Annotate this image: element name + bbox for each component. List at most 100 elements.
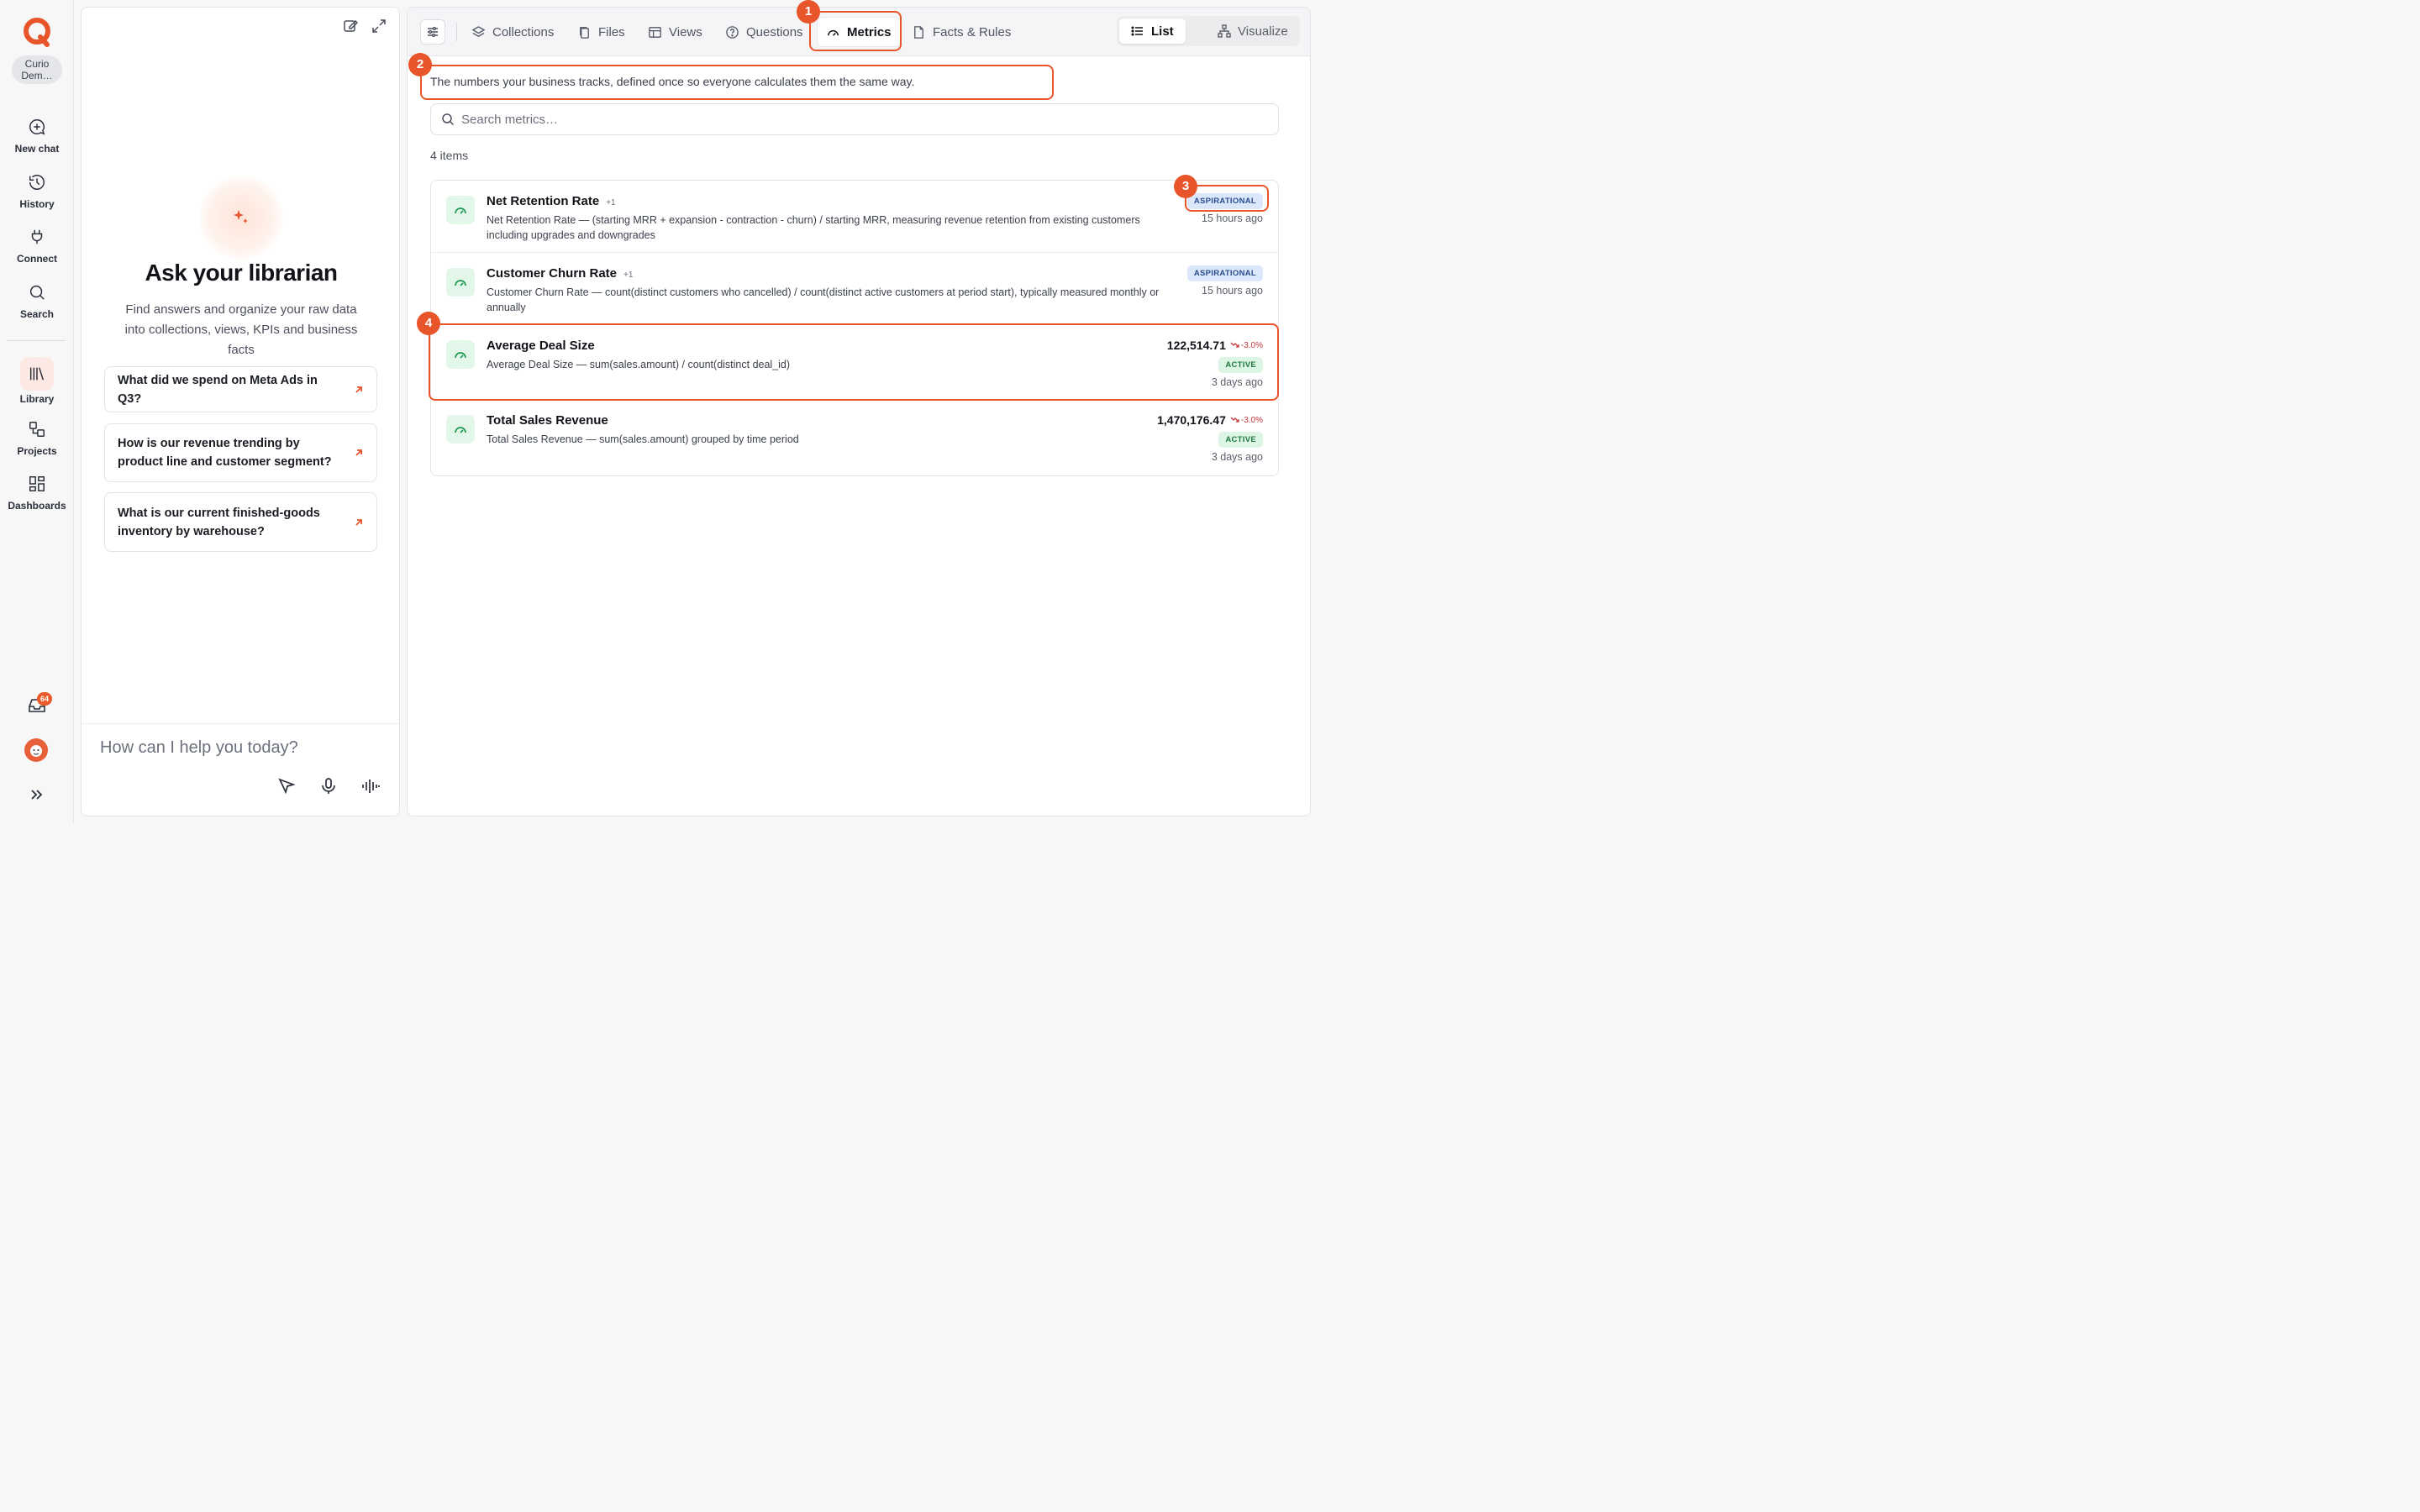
metrics-description: The numbers your business tracks, define… — [430, 75, 915, 88]
view-list-button[interactable]: List — [1119, 18, 1186, 44]
question-icon — [726, 25, 739, 39]
tab-facts-rules[interactable]: Facts & Rules — [903, 18, 1019, 46]
tab-views[interactable]: Views — [639, 18, 711, 46]
metric-title: Total Sales Revenue — [487, 413, 608, 428]
library-icon — [29, 367, 45, 381]
view-toggle: List Visualize — [1117, 16, 1300, 46]
metric-extra-count: +1 — [606, 198, 616, 207]
rail-label: Search — [19, 308, 55, 320]
rail-connect[interactable]: Connect — [0, 228, 74, 265]
edit-icon[interactable] — [342, 18, 359, 34]
annotation-marker: 1 — [797, 0, 820, 24]
metric-updated: 3 days ago — [1211, 451, 1263, 463]
rail-search[interactable]: Search — [0, 283, 74, 320]
suggestion-text: What is our current finished-goods inven… — [118, 506, 320, 538]
annotation-marker: 3 — [1174, 175, 1197, 198]
rail-dashboards[interactable]: Dashboards — [0, 475, 74, 512]
org-switcher[interactable]: Curio Dem… — [12, 55, 62, 84]
rail-label: Projects — [17, 445, 57, 457]
library-toolbar: Collections Files Views Questions Metric… — [408, 8, 1310, 56]
tab-label: Files — [598, 24, 625, 39]
metric-name: Total Sales Revenue — [487, 413, 608, 428]
metric-title: Net Retention Rate +1 — [487, 194, 616, 208]
tab-metrics[interactable]: Metrics — [818, 18, 900, 46]
voice-waveform-icon[interactable] — [360, 776, 381, 796]
gauge-icon — [828, 29, 839, 36]
arrow-up-right-icon — [355, 386, 362, 393]
chat-input[interactable] — [100, 735, 377, 760]
history-icon — [29, 175, 45, 190]
tab-label: Facts & Rules — [933, 24, 1012, 39]
search-icon — [29, 285, 45, 300]
chat-footer-divider — [82, 723, 399, 724]
rail-history[interactable]: History — [0, 173, 74, 210]
rail-new-chat[interactable]: New chat — [0, 118, 74, 155]
metric-row[interactable]: Net Retention Rate +1 Net Retention Rate … — [431, 181, 1278, 253]
cursor-pointer-icon[interactable] — [276, 776, 297, 796]
status-badge: ACTIVE — [1218, 357, 1263, 373]
metric-description: Customer Churn Rate — count(distinct cus… — [487, 286, 1160, 313]
metrics-search[interactable] — [430, 103, 1279, 135]
tab-collections[interactable]: Collections — [463, 18, 562, 46]
projects-icon — [29, 422, 45, 437]
expand-icon[interactable] — [371, 18, 387, 34]
trend-down-icon — [1230, 417, 1239, 423]
tab-questions[interactable]: Questions — [717, 18, 812, 46]
metric-row[interactable]: Total Sales Revenue Total Sales Revenue … — [431, 400, 1278, 475]
item-count: 4 items — [430, 149, 469, 162]
filter-button[interactable] — [420, 19, 445, 45]
view-visualize-button[interactable]: Visualize — [1206, 18, 1300, 44]
suggestion-card[interactable]: How is our revenue trending by product l… — [104, 423, 377, 482]
metric-gauge-icon — [446, 415, 475, 444]
search-icon — [442, 113, 455, 126]
network-icon — [1218, 24, 1231, 38]
metric-delta: -3.0% — [1230, 341, 1263, 350]
metric-row[interactable]: Customer Churn Rate +1 Customer Churn Rat… — [431, 253, 1278, 325]
microphone-icon[interactable] — [318, 776, 339, 796]
files-icon — [580, 26, 589, 39]
user-avatar[interactable] — [24, 738, 48, 762]
toolbar-separator — [456, 23, 457, 41]
metric-delta: -3.0% — [1230, 416, 1263, 425]
sparkle-badge — [199, 176, 283, 260]
metric-name: Customer Churn Rate — [487, 266, 618, 281]
rail-label: New chat — [14, 143, 60, 155]
metric-delta-text: -3.0% — [1240, 415, 1263, 425]
metric-row[interactable]: Average Deal Size Average Deal Size — su… — [431, 325, 1278, 400]
trend-down-icon — [1230, 342, 1239, 348]
view-list-label: List — [1151, 24, 1174, 39]
metric-title: Average Deal Size — [487, 339, 595, 353]
new-chat-icon — [29, 119, 45, 135]
table-icon — [649, 26, 661, 38]
rail-library[interactable]: Library — [0, 357, 74, 405]
suggestion-card[interactable]: What is our current finished-goods inven… — [104, 492, 377, 552]
metric-meta: ASPIRATIONAL 15 hours ago — [1186, 192, 1263, 224]
expand-sidebar-icon[interactable] — [29, 786, 45, 803]
metric-updated: 15 hours ago — [1202, 213, 1263, 224]
rail-label: Connect — [17, 253, 57, 265]
dashboard-icon — [29, 476, 45, 491]
metric-description: Total Sales Revenue — sum(sales.amount) … — [487, 433, 799, 445]
metric-title: Customer Churn Rate +1 — [487, 266, 633, 281]
search-metrics-input[interactable] — [461, 112, 1218, 127]
sparkle-icon — [234, 210, 248, 223]
metric-gauge-icon — [446, 268, 475, 297]
tab-files[interactable]: Files — [569, 18, 634, 46]
metric-description: Average Deal Size — sum(sales.amount) / … — [487, 359, 791, 370]
metric-value: 1,470,176.47 — [1157, 413, 1226, 427]
tab-label: Collections — [492, 24, 555, 39]
metric-updated: 3 days ago — [1211, 376, 1263, 388]
view-visualize-label: Visualize — [1238, 24, 1288, 39]
rail-projects[interactable]: Projects — [0, 420, 74, 457]
arrow-up-right-icon — [355, 518, 362, 526]
sliders-icon — [428, 26, 438, 38]
suggestion-card[interactable]: What did we spend on Meta Ads in Q3? — [104, 366, 377, 412]
arrow-up-right-icon — [355, 449, 362, 456]
layers-icon — [471, 25, 486, 37]
app-logo-icon[interactable] — [22, 17, 52, 47]
rail-label: Library — [19, 393, 55, 405]
metric-value: 122,514.71 — [1166, 339, 1226, 352]
metric-delta-text: -3.0% — [1240, 340, 1263, 350]
tab-label: Metrics — [847, 24, 892, 39]
metric-gauge-icon — [446, 196, 475, 224]
